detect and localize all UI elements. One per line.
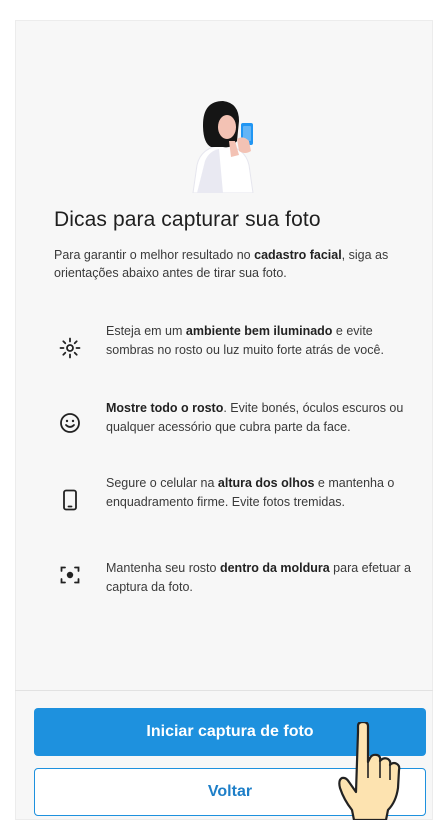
intro-text: Para garantir o melhor resultado no cada…	[54, 248, 389, 280]
brightness-icon	[59, 337, 81, 359]
tip-text: Mostre todo o rosto. Evite bonés, óculos…	[106, 401, 404, 434]
face-frame-icon	[60, 566, 80, 584]
hand-pointer-icon	[338, 722, 401, 820]
intro-highlight: cadastro facial	[254, 248, 342, 262]
page-title: Dicas para capturar sua foto	[54, 208, 321, 231]
footer-divider	[15, 690, 433, 691]
person-taking-selfie-icon	[192, 101, 254, 193]
smartphone-icon	[63, 489, 77, 511]
tip-text: Esteja em um ambiente bem iluminado e ev…	[106, 324, 384, 357]
smiley-face-icon	[60, 413, 80, 433]
tip-text: Mantenha seu rosto dentro da moldura par…	[106, 561, 412, 594]
tip-text: Segure o celular na altura dos olhos e m…	[106, 476, 395, 509]
